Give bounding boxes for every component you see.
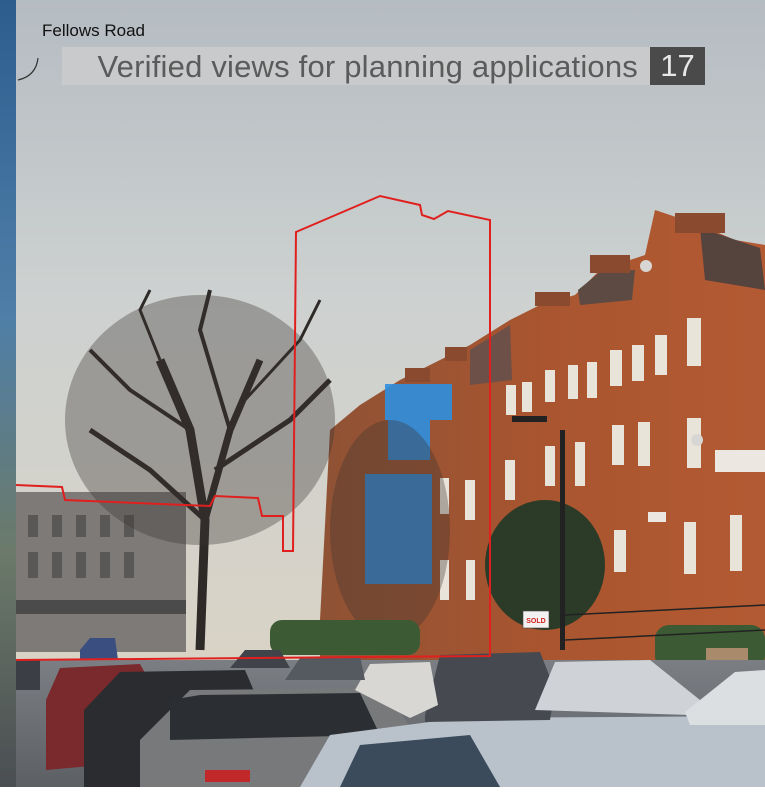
page-number: 17: [650, 47, 705, 85]
street-photo: SOLD: [0, 0, 765, 787]
street-scene-illustration: SOLD: [15, 0, 765, 787]
street-lamp: [560, 430, 565, 650]
tree-canopy-right: [330, 420, 450, 640]
sold-sign-label: SOLD: [526, 618, 545, 625]
banner-title: Verified views for planning applications: [97, 49, 638, 84]
location-label: Fellows Road: [42, 21, 145, 40]
title-banner: Verified views for planning applications: [62, 47, 650, 85]
adjacent-photo-strip: [0, 0, 16, 787]
street-lamp-arm: [512, 416, 547, 422]
arc-icon: [17, 57, 39, 81]
hedge: [270, 620, 420, 655]
evergreen-tree: [485, 500, 605, 630]
